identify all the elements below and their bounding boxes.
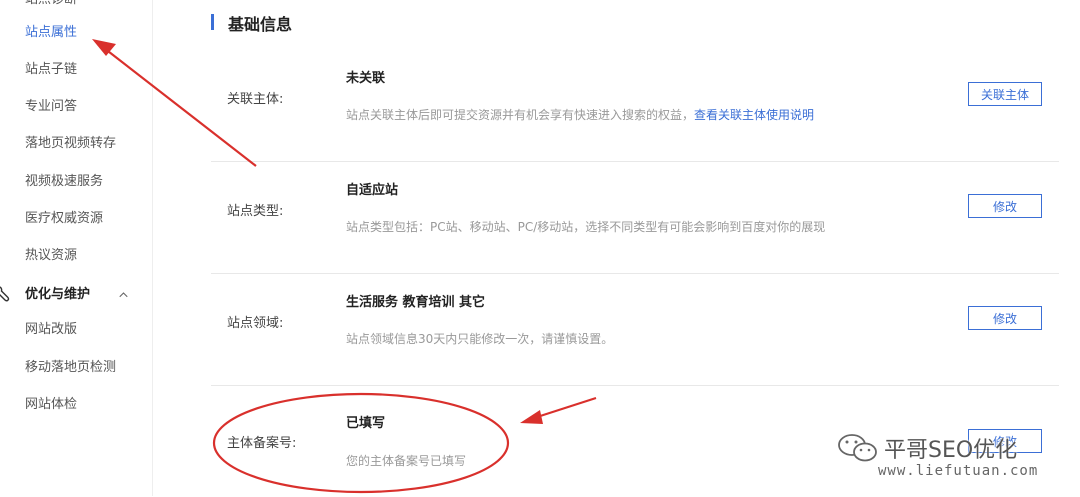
sidebar-item-medical-resources[interactable]: 医疗权威资源: [25, 210, 103, 228]
info-row-site-domain: 站点领域: 生活服务 教育培训 其它 站点领域信息30天内只能修改一次，请谨慎设…: [211, 274, 1059, 386]
sidebar-item-video-speed[interactable]: 视频极速服务: [25, 173, 103, 191]
wechat-icon: [838, 434, 877, 462]
sidebar-item-landing-video[interactable]: 落地页视频转存: [25, 135, 116, 153]
row-description: 站点关联主体后即可提交资源并有机会享有快速进入搜索的权益，查看关联主体使用说明: [346, 106, 814, 123]
row-description: 站点领域信息30天内只能修改一次，请谨慎设置。: [346, 332, 614, 346]
info-row-associated-entity: 关联主体: 未关联 站点关联主体后即可提交资源并有机会享有快速进入搜索的权益，查…: [211, 50, 1059, 162]
row-label: 主体备案号:: [227, 436, 297, 451]
sidebar-item-cut[interactable]: 站点诊断: [25, 0, 77, 9]
watermark-name: 平哥SEO优化: [884, 438, 1018, 463]
row-label: 站点领域:: [227, 316, 284, 331]
wrench-icon: [0, 286, 10, 306]
row-value: 生活服务 教育培训 其它: [346, 295, 486, 310]
sidebar-group-optimize[interactable]: 优化与维护: [0, 286, 150, 304]
row-value: 已填写: [346, 416, 386, 431]
sidebar-item-professional-qa[interactable]: 专业问答: [25, 98, 77, 116]
row-label: 站点类型:: [227, 204, 284, 219]
sidebar-item-site-revision[interactable]: 网站改版: [25, 321, 77, 339]
sidebar-item-mobile-landing-check[interactable]: 移动落地页检测: [25, 359, 116, 377]
row-description: 站点类型包括：PC站、移动站、PC/移动站，选择不同类型有可能会影响到百度对你的…: [346, 220, 826, 234]
sidebar-item-site-sublinks[interactable]: 站点子链: [25, 61, 77, 79]
section-accent-bar: [211, 14, 214, 30]
sidebar-item-site-attributes[interactable]: 站点属性: [25, 24, 77, 42]
associate-entity-button[interactable]: 关联主体: [968, 82, 1042, 106]
watermark-url: www.liefutuan.com: [878, 463, 1039, 479]
row-description: 您的主体备案号已填写: [346, 454, 467, 468]
entity-help-link[interactable]: 查看关联主体使用说明: [694, 108, 814, 122]
row-value: 自适应站: [346, 183, 399, 198]
sidebar: 站点诊断 站点属性 站点子链 专业问答 落地页视频转存 视频极速服务 医疗权威资…: [0, 0, 153, 496]
row-label: 关联主体:: [227, 92, 284, 107]
main-content: 基础信息 关联主体: 未关联 站点关联主体后即可提交资源并有机会享有快速进入搜索…: [152, 0, 1080, 496]
row-value: 未关联: [346, 71, 386, 86]
edit-site-type-button[interactable]: 修改: [968, 194, 1042, 218]
info-row-site-type: 站点类型: 自适应站 站点类型包括：PC站、移动站、PC/移动站，选择不同类型有…: [211, 162, 1059, 274]
edit-site-domain-button[interactable]: 修改: [968, 306, 1042, 330]
chevron-up-icon[interactable]: [119, 290, 128, 299]
row-description-text: 站点关联主体后即可提交资源并有机会享有快速进入搜索的权益，: [346, 108, 695, 122]
watermark: 平哥SEO优化 www.liefutuan.com: [836, 428, 1056, 488]
sidebar-item-hot-topics[interactable]: 热议资源: [25, 247, 77, 265]
sidebar-group-label: 优化与维护: [25, 287, 91, 302]
section-title: 基础信息: [228, 15, 293, 34]
sidebar-item-site-checkup[interactable]: 网站体检: [25, 396, 77, 414]
